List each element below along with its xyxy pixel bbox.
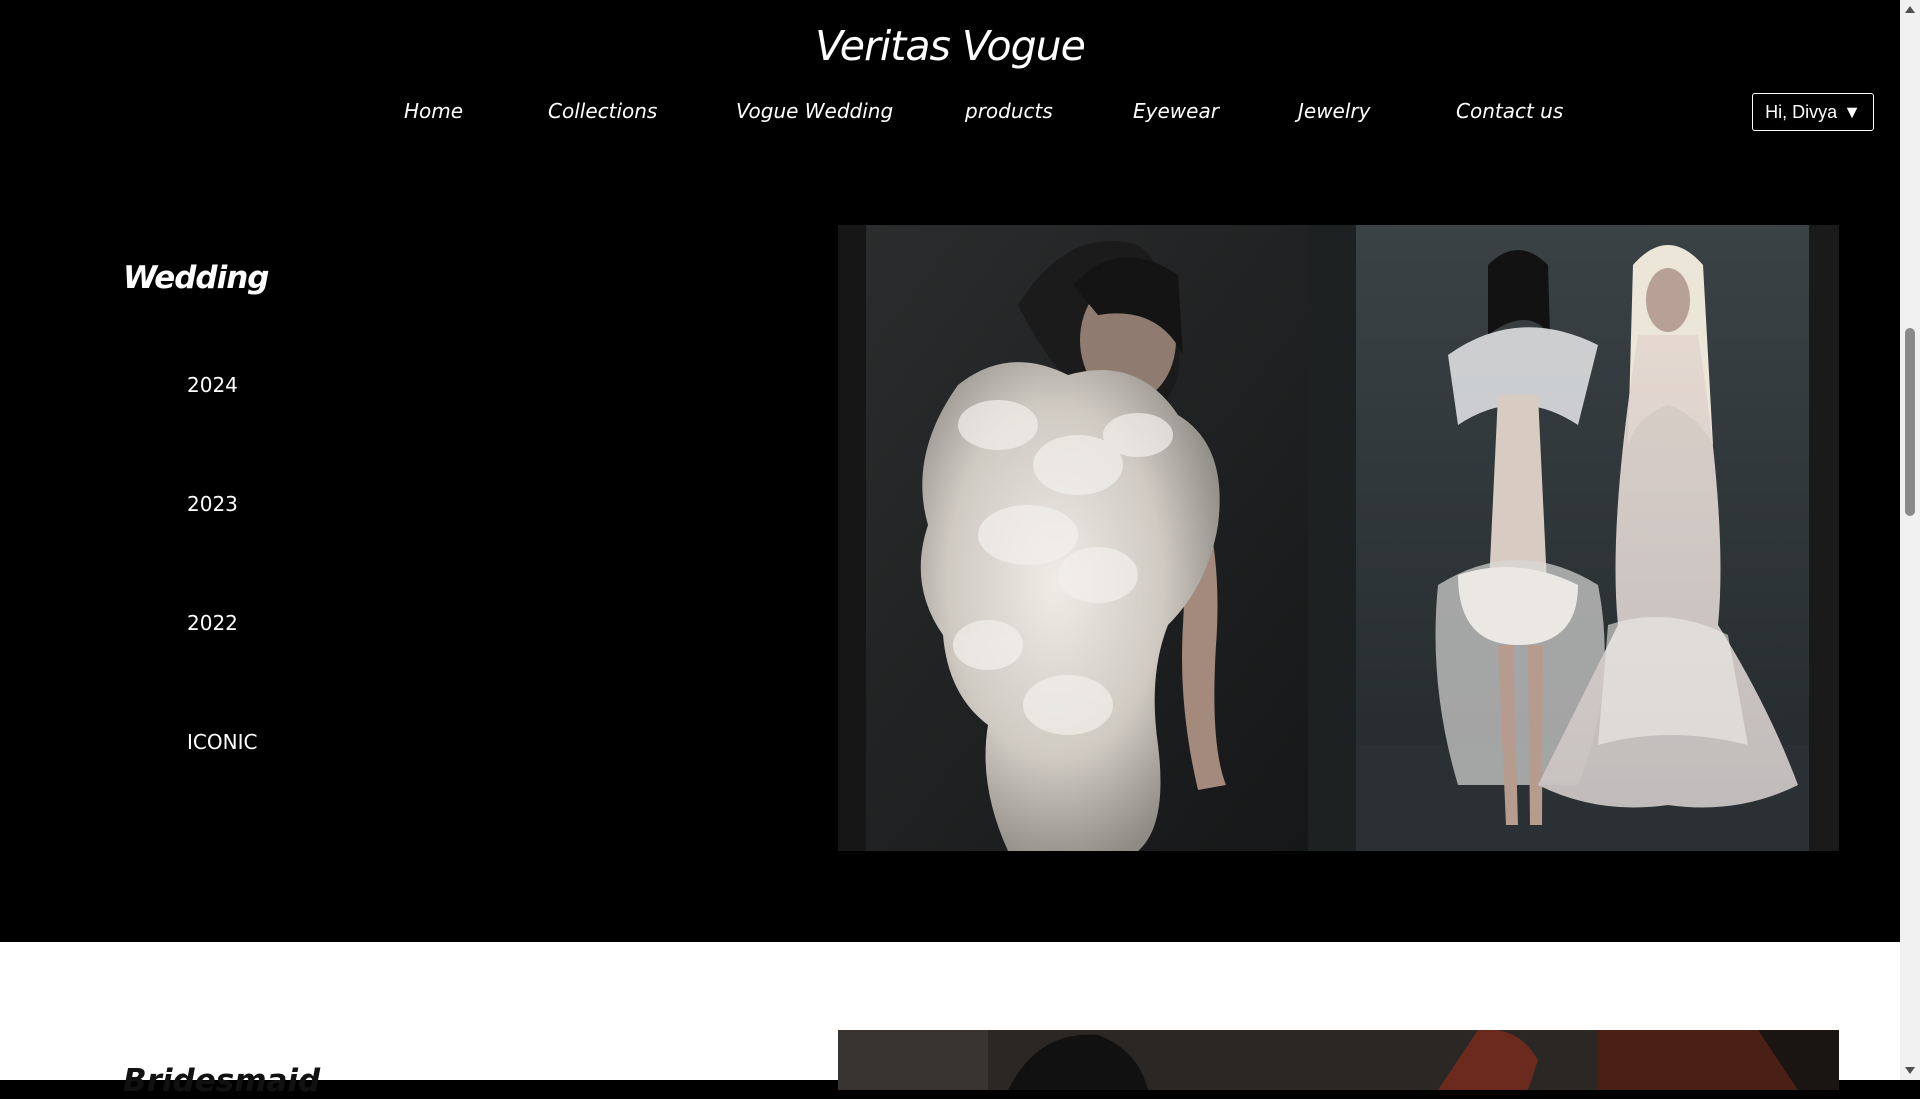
nav-item-home[interactable]: Home (404, 99, 463, 123)
page-scrollbar[interactable] (1900, 0, 1920, 1080)
bridesmaid-section: Bridesmaid (0, 942, 1900, 1099)
nav-item-contact-us[interactable]: Contact us (1456, 99, 1563, 123)
nav-item-jewelry[interactable]: Jewelry (1298, 99, 1370, 123)
bridesmaid-photo-illustration (838, 1030, 1839, 1090)
year-link-2022[interactable]: 2022 (187, 611, 238, 635)
nav-item-collections[interactable]: Collections (548, 99, 657, 123)
scroll-up-arrow-icon[interactable] (1905, 6, 1915, 13)
year-link-iconic[interactable]: ICONIC (187, 730, 257, 754)
brand-logo[interactable]: Veritas Vogue (0, 22, 1900, 70)
user-menu-button[interactable]: Hi, Divya ▼ (1752, 93, 1874, 131)
user-menu-label: Hi, Divya (1765, 101, 1838, 122)
nav-item-eyewear[interactable]: Eyewear (1133, 99, 1219, 123)
wedding-photo-illustration (838, 225, 1839, 851)
scroll-down-arrow-icon[interactable] (1905, 1067, 1915, 1074)
scrollbar-thumb[interactable] (1905, 328, 1915, 516)
year-link-2023[interactable]: 2023 (187, 492, 238, 516)
bridesmaid-collection-image (838, 1030, 1839, 1090)
wedding-section: Wedding 2024 2023 2022 ICONIC (0, 165, 1900, 942)
main-nav: Home Collections Vogue Wedding products … (0, 99, 1900, 129)
section-title-bridesmaid: Bridesmaid (123, 1063, 321, 1099)
nav-item-vogue-wedding[interactable]: Vogue Wedding (736, 99, 893, 123)
wedding-collection-image (838, 225, 1839, 851)
year-link-2024[interactable]: 2024 (187, 373, 238, 397)
section-title-wedding: Wedding (123, 260, 270, 296)
nav-item-products[interactable]: products (965, 99, 1053, 123)
site-header: Veritas Vogue Home Collections Vogue Wed… (0, 0, 1900, 165)
caret-down-icon: ▼ (1843, 101, 1861, 122)
